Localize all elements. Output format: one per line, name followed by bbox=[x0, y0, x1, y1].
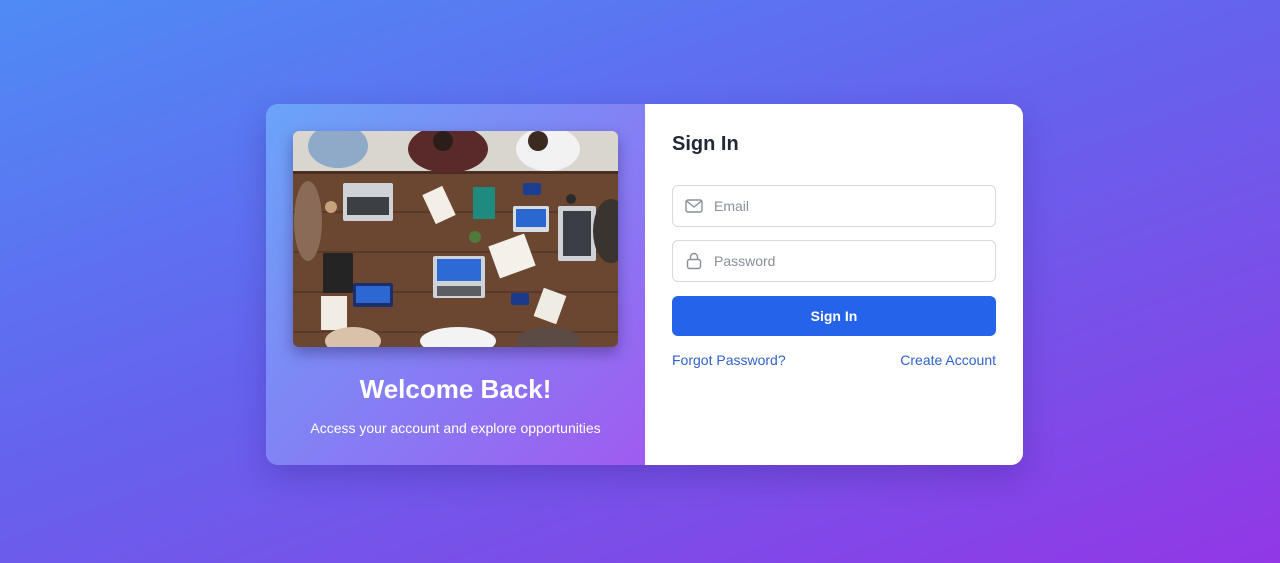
signin-form-panel: Sign In Sign In Forgot Password? Create … bbox=[645, 104, 1023, 465]
email-input[interactable] bbox=[713, 186, 995, 226]
lock-icon bbox=[673, 241, 713, 281]
login-card: Welcome Back! Access your account and ex… bbox=[266, 104, 1023, 465]
welcome-title: Welcome Back! bbox=[359, 374, 552, 404]
password-input[interactable] bbox=[713, 241, 995, 281]
mail-icon bbox=[673, 186, 713, 226]
email-field[interactable] bbox=[672, 185, 996, 227]
hero-image bbox=[293, 131, 618, 347]
signin-button[interactable]: Sign In bbox=[672, 296, 996, 336]
forgot-password-link[interactable]: Forgot Password? bbox=[672, 352, 786, 368]
welcome-panel: Welcome Back! Access your account and ex… bbox=[266, 104, 645, 465]
create-account-link[interactable]: Create Account bbox=[900, 352, 996, 368]
signin-heading: Sign In bbox=[672, 133, 739, 155]
password-field[interactable] bbox=[672, 240, 996, 282]
welcome-subtitle: Access your account and explore opportun… bbox=[310, 420, 601, 436]
